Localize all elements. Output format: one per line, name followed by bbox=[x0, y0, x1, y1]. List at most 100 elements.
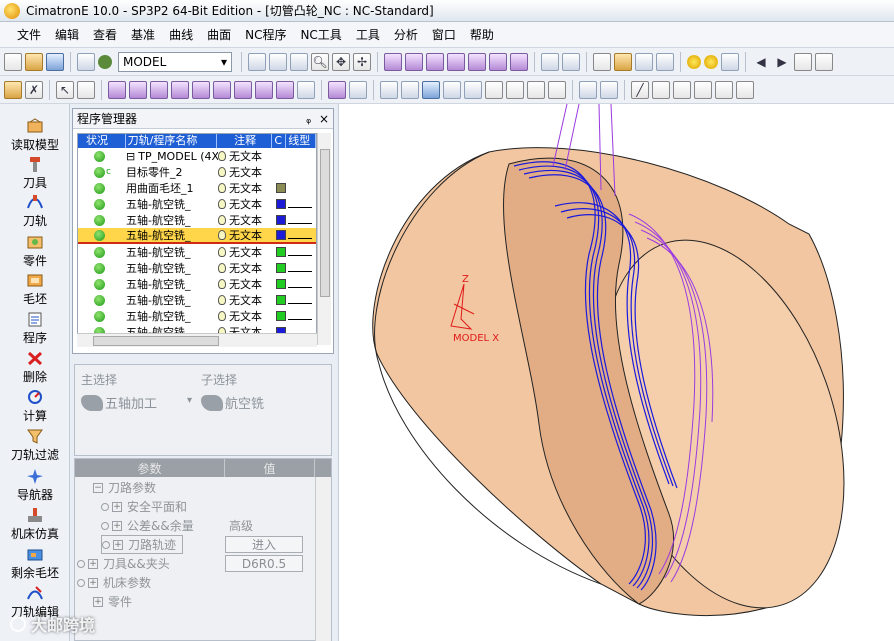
model-mode-icon[interactable] bbox=[98, 54, 112, 69]
view-right-icon[interactable] bbox=[447, 52, 465, 71]
light-bulb-icon[interactable] bbox=[218, 247, 226, 257]
param-row-toolpath[interactable]: + 刀路轨迹 bbox=[101, 535, 184, 554]
zoom-selection-icon[interactable] bbox=[290, 52, 308, 71]
param-row-path-params[interactable]: − 刀路参数 bbox=[93, 478, 156, 497]
menu-file[interactable]: 文件 bbox=[10, 23, 48, 47]
grid-icon[interactable] bbox=[794, 52, 812, 71]
back-arrow-icon[interactable]: ◀ bbox=[752, 53, 770, 71]
color-swatch[interactable] bbox=[276, 279, 286, 289]
zoom-all-icon[interactable] bbox=[248, 52, 266, 71]
shaded-icon[interactable] bbox=[614, 52, 632, 71]
sketch-icon[interactable] bbox=[600, 80, 618, 99]
trim-tool-icon[interactable] bbox=[171, 80, 189, 99]
sidebar-item-part[interactable]: 零件 bbox=[0, 234, 70, 269]
pick-icon[interactable] bbox=[4, 80, 22, 99]
forward-arrow-icon[interactable]: ▶ bbox=[773, 53, 791, 71]
chevron-down-icon[interactable]: ▾ bbox=[187, 395, 192, 406]
sidebar-item-program[interactable]: 程序 bbox=[0, 311, 70, 346]
menu-window[interactable]: 窗口 bbox=[425, 23, 463, 47]
light-bulb-icon[interactable] bbox=[687, 54, 701, 69]
table-row[interactable]: c 目标零件_2 无文本 bbox=[78, 164, 316, 180]
table-row[interactable]: 五轴-航空铣_ 无文本 bbox=[78, 260, 316, 276]
table-row[interactable]: 五轴-航空铣_ 无文本 bbox=[78, 228, 316, 244]
view-bottom-icon[interactable] bbox=[489, 52, 507, 71]
color-swatch[interactable] bbox=[276, 263, 286, 273]
render-icon[interactable] bbox=[721, 52, 739, 71]
sidebar-item-compute[interactable]: 计算 bbox=[0, 389, 70, 424]
view-iso-icon[interactable] bbox=[384, 52, 402, 71]
light-bulb-icon[interactable] bbox=[218, 279, 226, 289]
sidebar-item-remaining-stock[interactable]: 剩余毛坯 bbox=[0, 546, 70, 581]
draft-tool-icon[interactable] bbox=[328, 80, 346, 99]
surface-tool-icon[interactable] bbox=[129, 80, 147, 99]
color-swatch[interactable] bbox=[276, 183, 286, 193]
more-tools-icon[interactable] bbox=[736, 80, 754, 99]
filter-icon[interactable] bbox=[464, 80, 482, 99]
report-icon[interactable] bbox=[443, 80, 461, 99]
col-color[interactable]: C bbox=[272, 134, 287, 148]
extend-tool-icon[interactable] bbox=[192, 80, 210, 99]
select-filter-icon[interactable] bbox=[77, 80, 95, 99]
menu-help[interactable]: 帮助 bbox=[463, 23, 501, 47]
collapse-icon[interactable]: ⊟ bbox=[126, 150, 135, 163]
light-bulb-alt-icon[interactable] bbox=[704, 54, 718, 69]
light-bulb-icon[interactable] bbox=[218, 183, 226, 193]
color-swatch[interactable] bbox=[276, 247, 286, 257]
align-icon[interactable] bbox=[548, 80, 566, 99]
display-mode-icon[interactable] bbox=[656, 52, 674, 71]
sidebar-item-tool[interactable]: 刀具 bbox=[0, 156, 70, 191]
save-icon[interactable] bbox=[46, 52, 64, 71]
view-manager-icon[interactable] bbox=[541, 52, 559, 71]
view-left-icon[interactable] bbox=[510, 52, 528, 71]
scroll-thumb[interactable] bbox=[320, 149, 330, 297]
table-row[interactable]: 五轴-航空铣_ 无文本 bbox=[78, 212, 316, 228]
shaded-edges-icon[interactable] bbox=[635, 52, 653, 71]
menu-nc-tools[interactable]: NC工具 bbox=[293, 23, 348, 47]
color-swatch[interactable] bbox=[276, 199, 286, 209]
zoom-icon[interactable]: 🔍︎ bbox=[311, 52, 329, 71]
view-top-icon[interactable] bbox=[426, 52, 444, 71]
shape-icon[interactable] bbox=[485, 80, 503, 99]
col-linetype[interactable]: 线型 bbox=[286, 134, 316, 148]
sidebar-item-toolpath[interactable]: 刀轨 bbox=[0, 194, 70, 229]
new-file-icon[interactable] bbox=[4, 52, 22, 71]
color-swatch[interactable] bbox=[276, 311, 286, 321]
view-front-icon[interactable] bbox=[405, 52, 423, 71]
param-row-safety-plane[interactable]: + 安全平面和 bbox=[101, 497, 187, 516]
menu-analysis[interactable]: 分析 bbox=[387, 23, 425, 47]
spline-tool-icon[interactable] bbox=[715, 80, 733, 99]
param-row-tool-holder[interactable]: + 刀具&&夹头 bbox=[77, 554, 170, 573]
mirror-tool-icon[interactable] bbox=[349, 80, 367, 99]
param-row-machine-params[interactable]: + 机床参数 bbox=[77, 573, 151, 592]
menu-view[interactable]: 查看 bbox=[86, 23, 124, 47]
col-note[interactable]: 注释 bbox=[217, 134, 273, 148]
param-row-tolerance[interactable]: + 公差&&余量 bbox=[101, 516, 194, 535]
col-status[interactable]: 状况 bbox=[78, 134, 126, 148]
view-back-icon[interactable] bbox=[468, 52, 486, 71]
unpick-icon[interactable]: ✗ bbox=[25, 80, 43, 99]
pin-icon[interactable]: ᵩ bbox=[306, 112, 311, 126]
properties-icon[interactable] bbox=[380, 80, 398, 99]
rotate-icon[interactable]: ✢ bbox=[353, 52, 371, 71]
light-bulb-icon[interactable] bbox=[218, 199, 226, 209]
menu-edit[interactable]: 编辑 bbox=[48, 23, 86, 47]
main-selection[interactable]: 五轴加工 bbox=[81, 393, 157, 412]
light-bulb-icon[interactable] bbox=[218, 151, 226, 161]
select-pointer-icon[interactable]: ↖ bbox=[56, 80, 74, 99]
wireframe-icon[interactable] bbox=[593, 52, 611, 71]
sub-selection[interactable]: 航空铣 bbox=[201, 393, 264, 412]
point-tool-icon[interactable] bbox=[694, 80, 712, 99]
open-file-icon[interactable] bbox=[25, 52, 43, 71]
light-bulb-icon[interactable] bbox=[218, 263, 226, 273]
split-tool-icon[interactable] bbox=[213, 80, 231, 99]
param-row-part[interactable]: + 零件 bbox=[93, 592, 132, 611]
menu-surface[interactable]: 曲面 bbox=[200, 23, 238, 47]
curve-draw-icon[interactable] bbox=[652, 80, 670, 99]
intersect-tool-icon[interactable] bbox=[255, 80, 273, 99]
light-bulb-icon[interactable] bbox=[218, 215, 226, 225]
table-row[interactable]: ⊟ TP_MODEL (4X) 无文本 bbox=[78, 148, 316, 164]
layer-icon[interactable] bbox=[77, 52, 95, 71]
pan-icon[interactable]: ✥ bbox=[332, 52, 350, 71]
close-icon[interactable]: × bbox=[319, 112, 329, 126]
scroll-thumb[interactable] bbox=[93, 336, 219, 346]
